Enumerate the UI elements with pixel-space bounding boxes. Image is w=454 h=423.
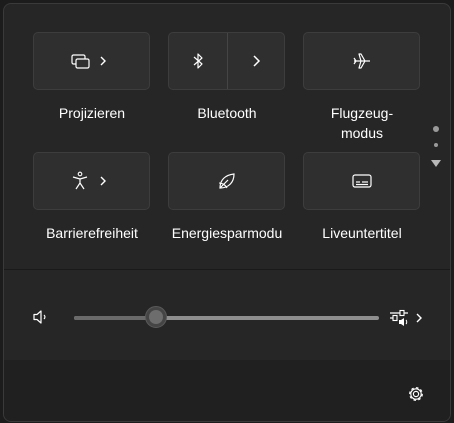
volume-slider-track[interactable] — [74, 316, 379, 320]
bluetooth-expand-button[interactable] — [228, 33, 284, 89]
volume-slider-thumb-core — [149, 310, 164, 324]
accessibility-icon — [70, 171, 114, 191]
bluetooth-label: Bluetooth — [197, 105, 257, 121]
quick-settings-panel: Projizieren Bluetooth Flugzeug- modus Ba… — [3, 3, 451, 422]
projizieren-label: Projizieren — [58, 105, 126, 121]
airplane-icon — [351, 52, 373, 70]
next-page-arrow-icon[interactable] — [431, 160, 441, 167]
volume-slider-thumb[interactable] — [145, 306, 168, 328]
bluetooth-tile — [168, 32, 285, 90]
flugzeugmodus-label: Flugzeug- modus — [330, 105, 394, 141]
chevron-right-icon — [250, 53, 262, 69]
page-indicator-dot[interactable] — [433, 126, 439, 132]
footer-bar — [4, 360, 450, 421]
energiesparmodus-tile[interactable] — [168, 152, 285, 210]
volume-slider-fill — [74, 316, 157, 320]
barrierefreiheit-tile[interactable] — [33, 152, 150, 210]
projizieren-tile[interactable] — [33, 32, 150, 90]
bluetooth-toggle[interactable] — [169, 33, 227, 89]
speaker-icon[interactable] — [32, 309, 50, 325]
cast-icon — [70, 51, 114, 71]
page-indicator-dot[interactable] — [434, 143, 438, 147]
captions-icon — [351, 172, 373, 190]
flugzeugmodus-tile[interactable] — [303, 32, 420, 90]
bluetooth-icon — [190, 52, 206, 70]
leaf-icon — [216, 171, 238, 191]
liveuntertitel-tile[interactable] — [303, 152, 420, 210]
barrierefreiheit-label: Barrierefreiheit — [46, 225, 138, 241]
audio-output-button[interactable] — [388, 308, 428, 328]
energiesparmodus-label: Energiesparmodu — [171, 225, 283, 241]
liveuntertitel-label: Liveuntertitel — [322, 225, 402, 241]
gear-icon[interactable] — [406, 384, 426, 404]
section-divider — [4, 269, 450, 270]
